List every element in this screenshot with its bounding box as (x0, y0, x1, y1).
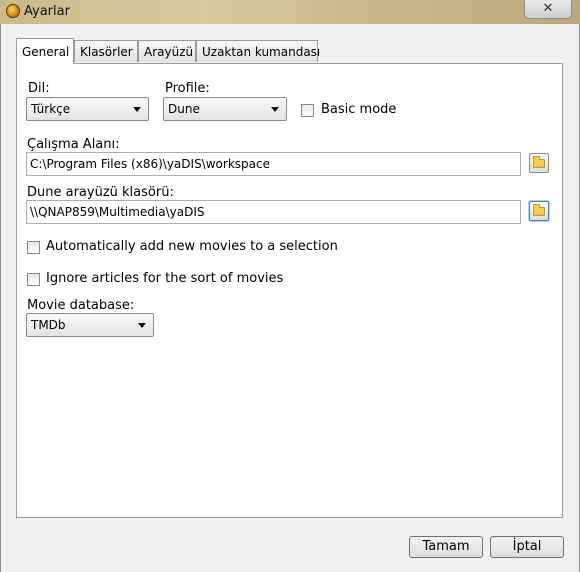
workspace-input[interactable]: C:\Program Files (x86)\yaDIS\workspace (26, 152, 521, 176)
workspace-label: Çalışma Alanı: (27, 137, 120, 152)
auto-add-label: Automatically add new movies to a select… (46, 239, 338, 254)
movie-database-select[interactable]: TMDb (26, 313, 154, 337)
tab-remote-control[interactable]: Uzaktan kumandası (196, 40, 320, 62)
close-button[interactable]: ✕ (524, 0, 572, 19)
folder-icon (533, 204, 545, 216)
basic-mode-label: Basic mode (321, 102, 397, 117)
workspace-browse-button[interactable] (529, 153, 549, 173)
chevron-down-icon (271, 107, 279, 112)
tab-folders[interactable]: Klasörler (74, 40, 138, 62)
dune-folder-browse-button[interactable] (529, 201, 549, 221)
auto-add-checkbox[interactable] (27, 241, 40, 254)
movie-database-label: Movie database: (27, 298, 135, 313)
chevron-down-icon (138, 323, 146, 328)
folder-icon (533, 156, 545, 168)
app-icon (6, 4, 20, 18)
movie-database-select-value: TMDb (31, 318, 66, 332)
basic-mode-checkbox[interactable] (301, 104, 314, 117)
ignore-articles-checkbox[interactable] (27, 273, 40, 286)
dune-folder-input[interactable]: \\QNAP859\Multimedia\yaDIS (26, 200, 521, 224)
general-panel (16, 63, 563, 518)
window-title: Ayarlar (24, 4, 70, 19)
chevron-down-icon (133, 107, 141, 112)
tab-interface[interactable]: Arayüzü (138, 40, 196, 62)
ok-button[interactable]: Tamam (409, 536, 483, 558)
cancel-button[interactable]: İptal (490, 536, 564, 558)
tab-general[interactable]: General (16, 38, 74, 64)
profile-label: Profile: (165, 81, 210, 96)
language-label: Dil: (28, 81, 50, 96)
profile-select[interactable]: Dune (163, 97, 287, 121)
language-select[interactable]: Türkçe (26, 97, 149, 121)
title-bar: Ayarlar ✕ (0, 0, 580, 24)
language-select-value: Türkçe (31, 102, 71, 116)
dune-folder-label: Dune arayüzü klasörü: (27, 185, 174, 200)
ignore-articles-label: Ignore articles for the sort of movies (46, 271, 284, 286)
profile-select-value: Dune (168, 102, 200, 116)
